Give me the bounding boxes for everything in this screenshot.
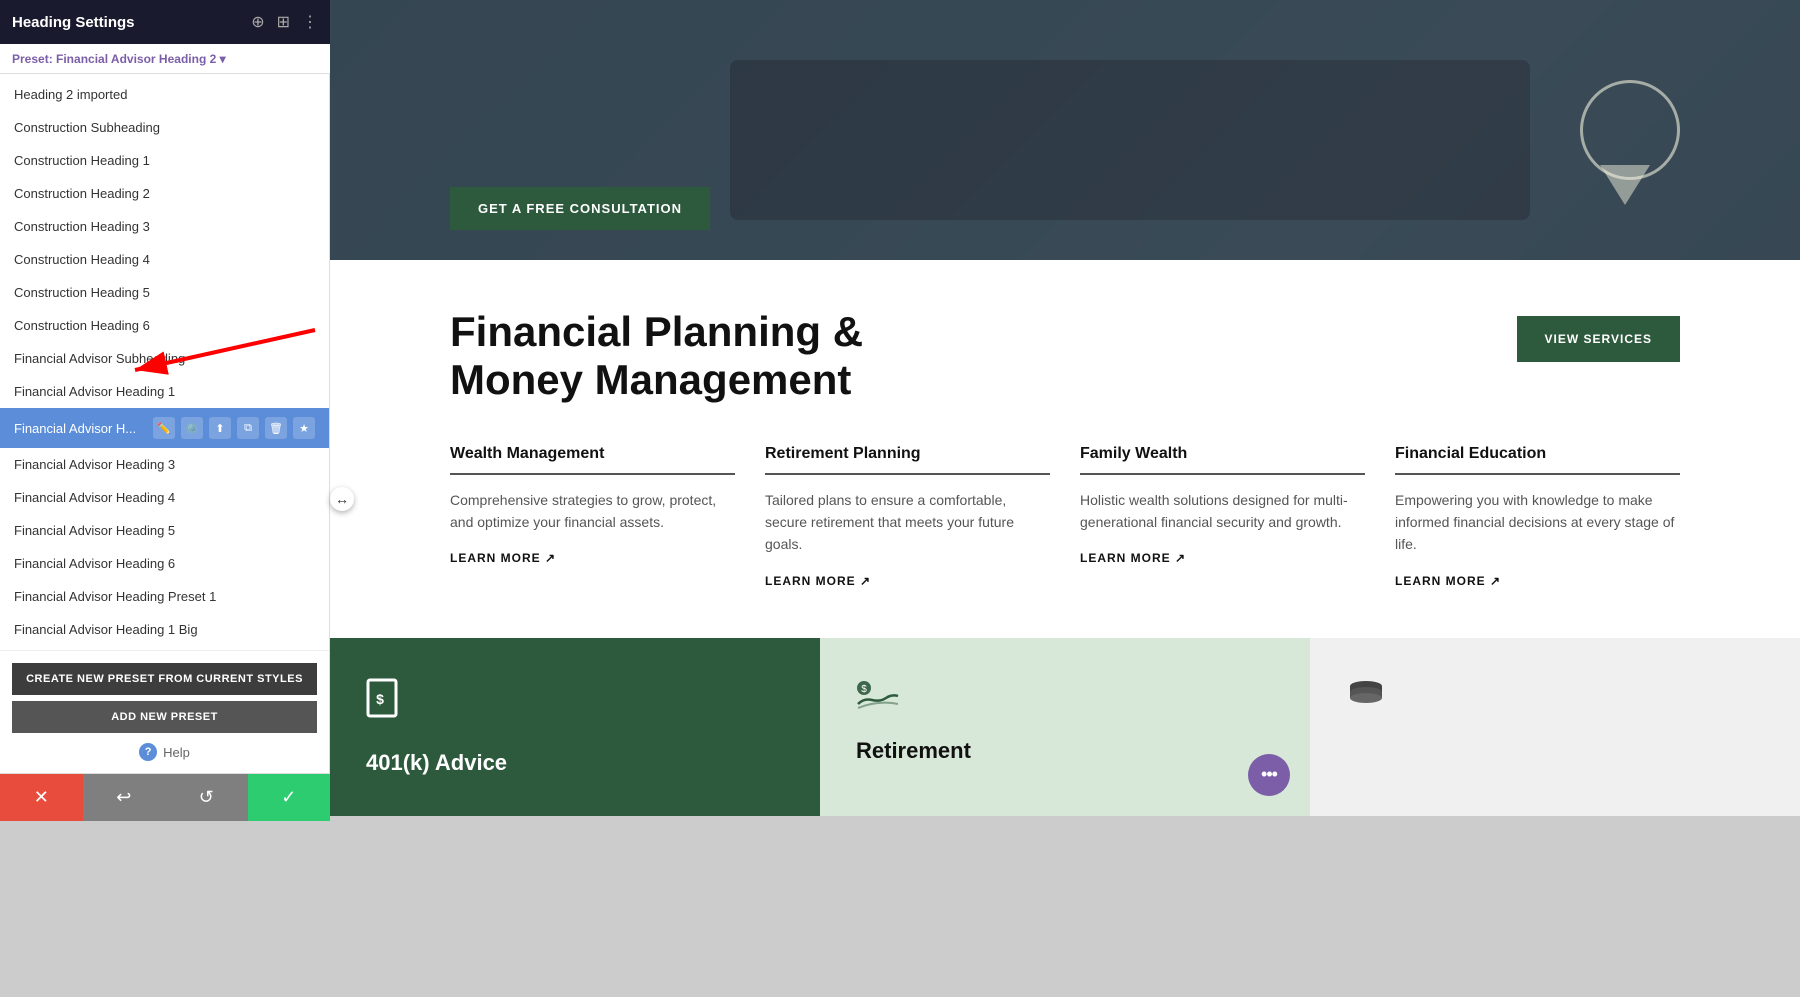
wealth-learn-more[interactable]: LEARN MORE ↗ [450, 551, 556, 565]
view-services-button[interactable]: VIEW SERVICES [1517, 316, 1680, 362]
sidebar-item-construction-heading-1[interactable]: Construction Heading 1 [0, 144, 329, 177]
help-icon: ? [139, 743, 157, 761]
wealth-divider [450, 473, 735, 475]
sidebar-item-financial-advisor-heading-2-active[interactable]: Financial Advisor H... ✏️ ⚙️ ⬆ ⧉ 🗑 ★ [0, 408, 329, 448]
retirement-planning-title: Retirement Planning [765, 445, 1050, 463]
svg-text:$: $ [861, 684, 867, 695]
copy-action-btn[interactable]: ⧉ [237, 417, 259, 439]
sidebar-list: Heading 2 imported Construction Subheadi… [0, 74, 329, 650]
family-divider [1080, 473, 1365, 475]
document-dollar-icon: $ [366, 678, 784, 734]
retirement-text: Tailored plans to ensure a comfortable, … [765, 489, 1050, 556]
card-retirement: $ ••• Retirement [820, 638, 1310, 816]
cards-section: $ 401(k) Advice $ ••• [330, 638, 1800, 816]
target-icon[interactable]: ⊕ [251, 12, 264, 32]
layout-icon[interactable]: ⊞ [277, 12, 290, 32]
family-text: Holistic wealth solutions designed for m… [1080, 489, 1365, 534]
coins-stack-icon [1346, 678, 1764, 722]
sidebar-item-financial-advisor-preset-1[interactable]: Financial Advisor Heading Preset 1 [0, 580, 329, 613]
content-area: ↔ GET A FREE CONSULTATION [330, 0, 1800, 997]
delete-action-btn[interactable]: 🗑 [265, 417, 287, 439]
wealth-management-title: Wealth Management [450, 445, 735, 463]
panel-title: Heading Settings [12, 14, 251, 31]
undo-button[interactable]: ↩ [83, 774, 166, 821]
sidebar-item-financial-advisor-heading-5[interactable]: Financial Advisor Heading 5 [0, 514, 329, 547]
service-card-family: Family Wealth Holistic wealth solutions … [1080, 445, 1365, 590]
help-link[interactable]: ? Help [12, 743, 317, 761]
decorative-triangle [1600, 165, 1650, 205]
financial-education-title: Financial Education [1395, 445, 1680, 463]
top-bar: Heading Settings ⊕ ⊞ ⋮ [0, 0, 330, 44]
more-icon[interactable]: ⋮ [302, 12, 318, 32]
services-grid: Wealth Management Comprehensive strategi… [450, 445, 1680, 590]
hero-section: GET A FREE CONSULTATION [330, 0, 1800, 260]
svg-text:$: $ [376, 691, 384, 707]
item-actions: ✏️ ⚙️ ⬆ ⧉ 🗑 ★ [153, 417, 315, 439]
sidebar: Heading 2 imported Construction Subheadi… [0, 74, 330, 773]
create-preset-button[interactable]: CREATE NEW PRESET FROM CURRENT STYLES [12, 663, 317, 695]
services-header: Financial Planning &Money Management VIE… [450, 308, 1680, 405]
service-card-wealth: Wealth Management Comprehensive strategi… [450, 445, 735, 590]
sidebar-footer: CREATE NEW PRESET FROM CURRENT STYLES AD… [0, 650, 329, 773]
preset-selector[interactable]: Preset: Financial Advisor Heading 2 ▾ [12, 52, 226, 66]
card-401k: $ 401(k) Advice [330, 638, 820, 816]
sidebar-item-financial-advisor-big[interactable]: Financial Advisor Heading 1 Big [0, 613, 329, 646]
redo-button[interactable]: ↺ [165, 774, 248, 821]
cancel-button[interactable]: ✕ [0, 774, 83, 821]
bottom-bar: ✕ ↩ ↺ ✓ [0, 773, 330, 821]
edit-action-btn[interactable]: ✏️ [153, 417, 175, 439]
retirement-divider [765, 473, 1050, 475]
sidebar-item-heading2-imported[interactable]: Heading 2 imported [0, 78, 329, 111]
star-action-btn[interactable]: ★ [293, 417, 315, 439]
preset-bar: Preset: Financial Advisor Heading 2 ▾ [0, 44, 330, 74]
sidebar-item-financial-advisor-heading-6[interactable]: Financial Advisor Heading 6 [0, 547, 329, 580]
confirm-button[interactable]: ✓ [248, 774, 331, 821]
card-stacks [1310, 638, 1800, 816]
card-retirement-title: Retirement [856, 738, 1274, 764]
services-section: Financial Planning &Money Management VIE… [330, 260, 1800, 638]
sidebar-item-financial-advisor-heading-4[interactable]: Financial Advisor Heading 4 [0, 481, 329, 514]
sidebar-item-construction-heading-2[interactable]: Construction Heading 2 [0, 177, 329, 210]
settings-action-btn[interactable]: ⚙️ [181, 417, 203, 439]
education-divider [1395, 473, 1680, 475]
education-learn-more[interactable]: LEARN MORE ↗ [1395, 574, 1501, 588]
sidebar-item-construction-heading-4[interactable]: Construction Heading 4 [0, 243, 329, 276]
service-card-education: Financial Education Empowering you with … [1395, 445, 1680, 590]
retirement-learn-more[interactable]: LEARN MORE ↗ [765, 574, 871, 588]
wealth-text: Comprehensive strategies to grow, protec… [450, 489, 735, 534]
upload-action-btn[interactable]: ⬆ [209, 417, 231, 439]
hero-content: GET A FREE CONSULTATION [450, 187, 710, 230]
sidebar-item-financial-advisor-heading-1[interactable]: Financial Advisor Heading 1 [0, 375, 329, 408]
sidebar-item-construction-heading-5[interactable]: Construction Heading 5 [0, 276, 329, 309]
services-title: Financial Planning &Money Management [450, 308, 863, 405]
chat-bubble-indicator: ••• [1248, 754, 1290, 796]
card-401k-title: 401(k) Advice [366, 750, 784, 776]
consultation-button[interactable]: GET A FREE CONSULTATION [450, 187, 710, 230]
add-preset-button[interactable]: ADD NEW PRESET [12, 701, 317, 733]
sidebar-item-construction-heading-3[interactable]: Construction Heading 3 [0, 210, 329, 243]
sidebar-item-financial-advisor-heading-3[interactable]: Financial Advisor Heading 3 [0, 448, 329, 481]
sidebar-item-construction-heading-6[interactable]: Construction Heading 6 [0, 309, 329, 342]
service-card-retirement: Retirement Planning Tailored plans to en… [765, 445, 1050, 590]
family-wealth-title: Family Wealth [1080, 445, 1365, 463]
education-text: Empowering you with knowledge to make in… [1395, 489, 1680, 556]
top-bar-icons: ⊕ ⊞ ⋮ [251, 12, 318, 32]
sidebar-item-construction-subheading[interactable]: Construction Subheading [0, 111, 329, 144]
resize-handle[interactable]: ↔ [330, 487, 354, 511]
sidebar-item-financial-advisor-subheading[interactable]: Financial Advisor Subheading [0, 342, 329, 375]
hand-money-icon: $ [856, 678, 1274, 722]
family-learn-more[interactable]: LEARN MORE ↗ [1080, 551, 1186, 565]
